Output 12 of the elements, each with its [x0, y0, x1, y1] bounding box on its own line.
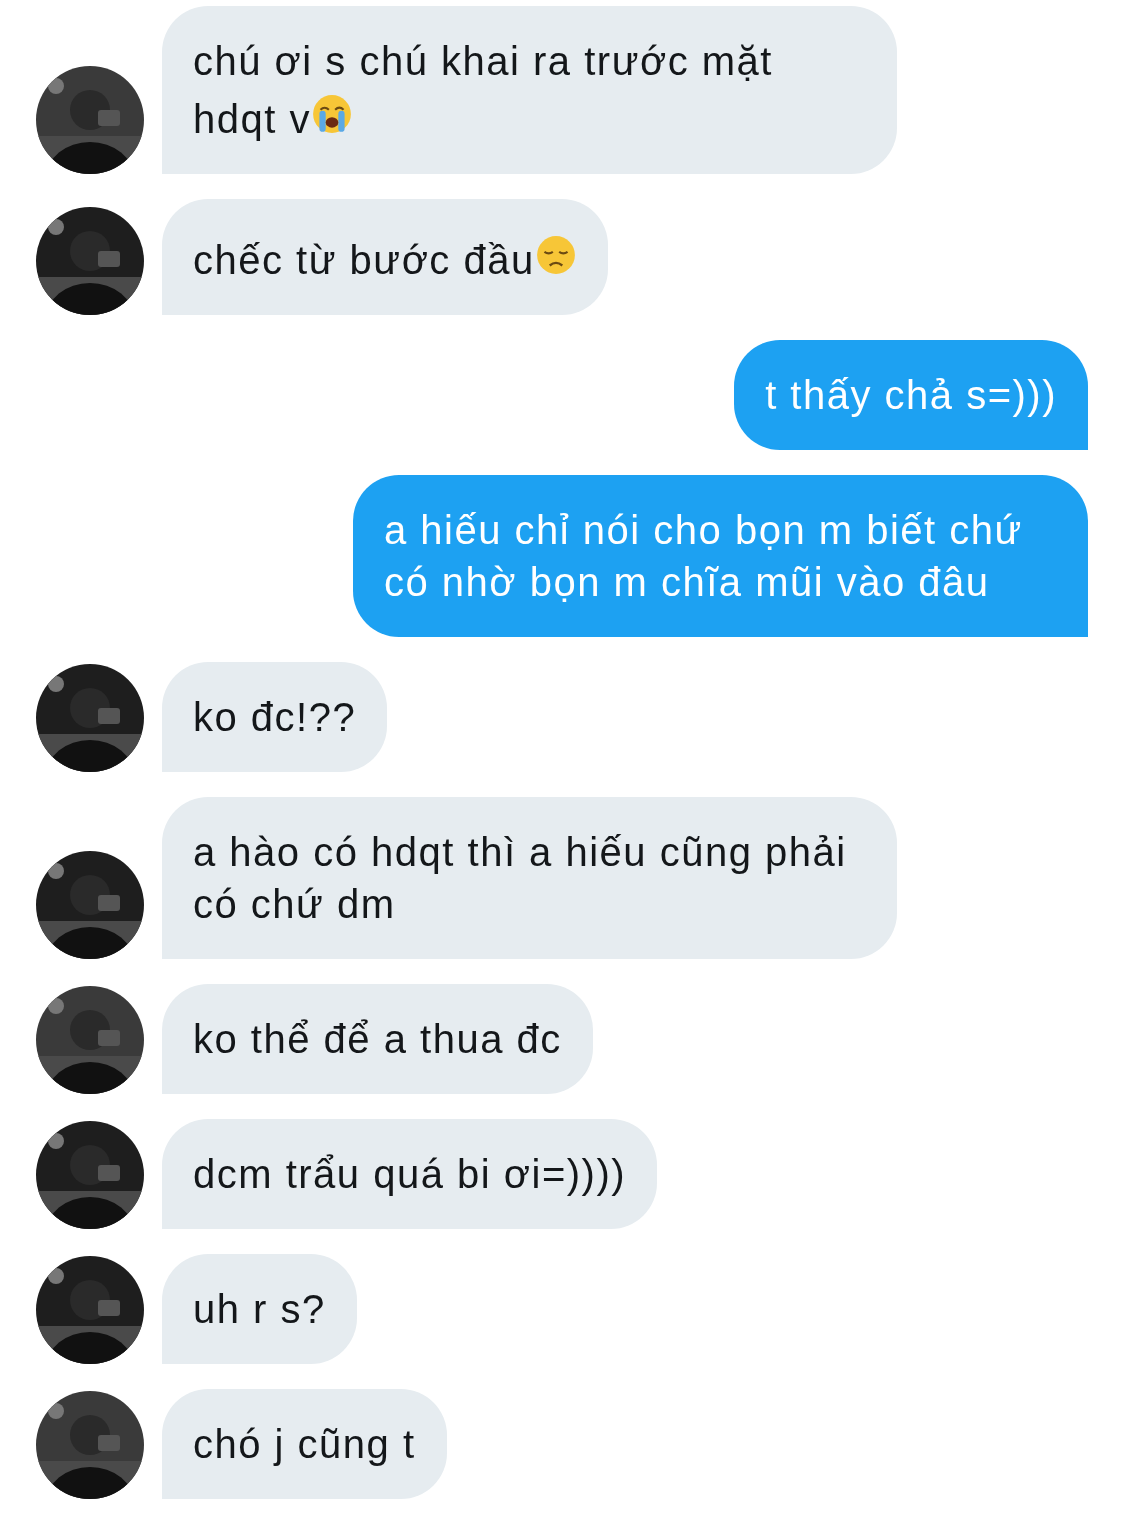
received-message: ko thể để a thua đc: [162, 984, 593, 1094]
crying-face-icon: [310, 93, 353, 135]
received-message: chú ơi s chú khai ra trước mặt hdqt v: [162, 6, 897, 174]
sad-face-icon: [534, 234, 577, 276]
received-message: ko đc!??: [162, 662, 388, 772]
sent-message: a hiếu chỉ nói cho bọn m biết chứ có nhờ bọn m chĩa mũi vào đâu: [353, 475, 1088, 637]
received-message: chếc từ bước đầu: [162, 199, 608, 315]
sent-message: t thấy chả s=))): [734, 340, 1088, 450]
received-message: chó j cũng t: [162, 1389, 447, 1499]
received-message: dcm trẩu quá bi ơi=)))): [162, 1119, 658, 1229]
received-message: a hào có hdqt thì a hiếu cũng phải có chứ dm: [162, 797, 897, 959]
received-message: uh r s?: [162, 1254, 357, 1364]
